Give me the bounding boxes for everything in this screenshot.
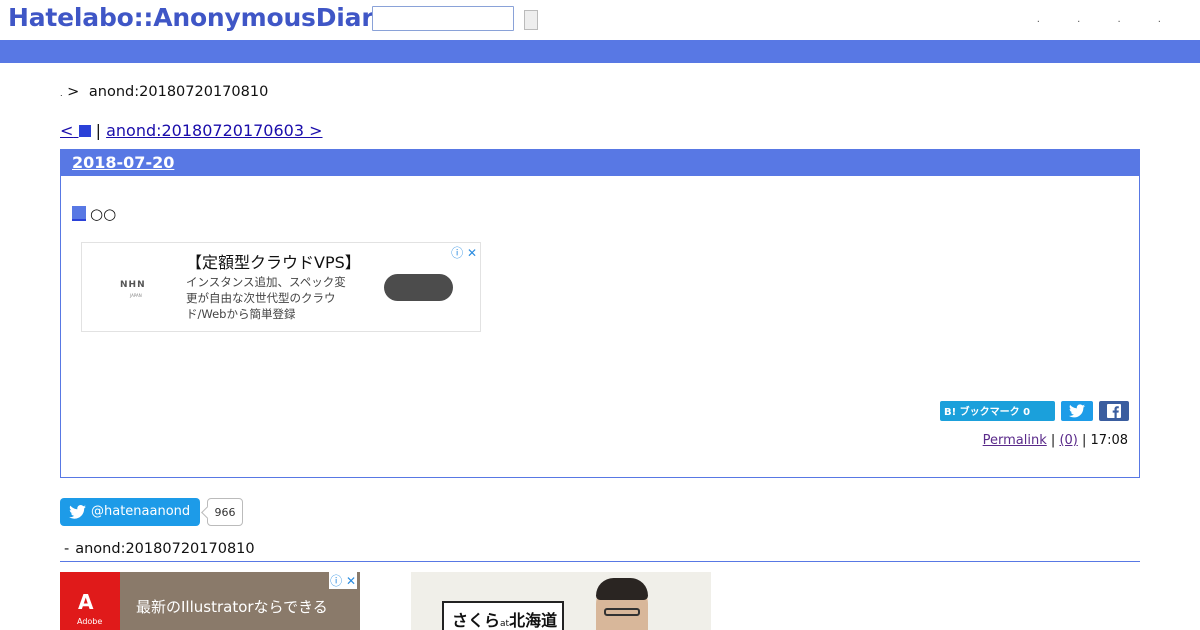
twitter-share-button[interactable] [1061,401,1093,421]
entry-title: ○○ [72,205,116,223]
pager-separator: | [95,121,101,140]
breadcrumb-home-link[interactable]: . [60,89,63,98]
ad-cta-button[interactable] [384,274,453,301]
twitter-bird-icon [69,505,86,519]
nhn-logo-sub: JAPAN [130,293,142,298]
section-dash: - [64,541,70,557]
adobe-a-icon: A [78,590,94,614]
entry-title-text: ○○ [90,205,117,223]
advertisement-adobe[interactable]: A Adobe 最新のIllustratorならできる ⓘ ✕ [60,572,360,630]
twitter-follow-button[interactable]: @hatenaanond [60,498,200,526]
header-menu-dots[interactable]: . . . . [1037,14,1178,25]
entry-date-bar: 2018-07-20 [61,150,1139,176]
search-input[interactable] [372,6,514,31]
site-header: Hatelabo::AnonymousDiary . . . . [0,0,1200,40]
footer-separator: | [1050,433,1056,448]
breadcrumb-arrow: > [67,84,80,100]
prev-entry-link[interactable]: < [60,121,91,140]
ad-choices-icon[interactable]: ⓘ ✕ [329,572,357,589]
person-hair [596,578,648,600]
adobe-wordmark: Adobe [77,617,103,626]
next-entry-link[interactable]: anond:20180720170603 > [106,121,322,140]
entry-box: 2018-07-20 ○○ NHN JAPAN 【定額型クラウドVPS】 インス… [60,149,1140,478]
entry-pager: < | anond:20180720170603 > [60,121,323,140]
facebook-share-button[interactable] [1099,401,1129,421]
site-logo[interactable]: Hatelabo::AnonymousDiary [8,3,390,32]
section-header: - anond:20180720170810 [60,541,1140,562]
footer-separator: | [1082,433,1087,448]
sakura-sign-main: さくら [452,611,501,630]
comments-link[interactable]: (0) [1059,433,1077,448]
follower-count-badge[interactable]: 966 [207,498,243,526]
ad-headline: 【定額型クラウドVPS】 [186,253,361,272]
permalink-link[interactable]: Permalink [983,433,1047,448]
entry-square-icon[interactable] [72,206,86,221]
facebook-icon [1107,404,1121,418]
breadcrumb-current: anond:20180720170810 [88,84,269,100]
ad-choices-icon[interactable]: ⓘ ✕ [451,244,477,261]
advertisement-sakura[interactable]: さくらat北海道 [411,572,711,630]
square-icon [78,125,91,137]
sakura-sign-place: 北海道 [509,611,558,630]
section-title: anond:20180720170810 [75,541,255,557]
entry-date-link[interactable]: 2018-07-20 [72,153,174,172]
entry-time: 17:08 [1090,433,1128,448]
breadcrumb: . > anond:20180720170810 [60,84,268,100]
entry-footer: Permalink | (0) | 17:08 [983,433,1128,448]
sakura-sign: さくらat北海道 [442,601,564,630]
advertisement-vps[interactable]: NHN JAPAN 【定額型クラウドVPS】 インスタンス追加、スペック変更が自… [81,242,481,332]
hatena-bookmark-button[interactable]: B! ブックマーク 0 [940,401,1055,421]
search-button[interactable] [524,10,538,30]
sakura-sign-at: at [500,619,510,629]
nhn-logo: NHN [120,280,146,290]
ad-body: インスタンス追加、スペック変更が自由な次世代型のクラウド/Webから簡単登録 [186,275,346,321]
header-bar [0,40,1200,63]
twitter-bird-icon [1069,404,1085,418]
person-glasses [604,608,640,616]
twitter-handle: @hatenaanond [91,504,191,519]
adobe-ad-text: 最新のIllustratorならできる [136,598,328,616]
adobe-logo: A Adobe [60,572,120,630]
